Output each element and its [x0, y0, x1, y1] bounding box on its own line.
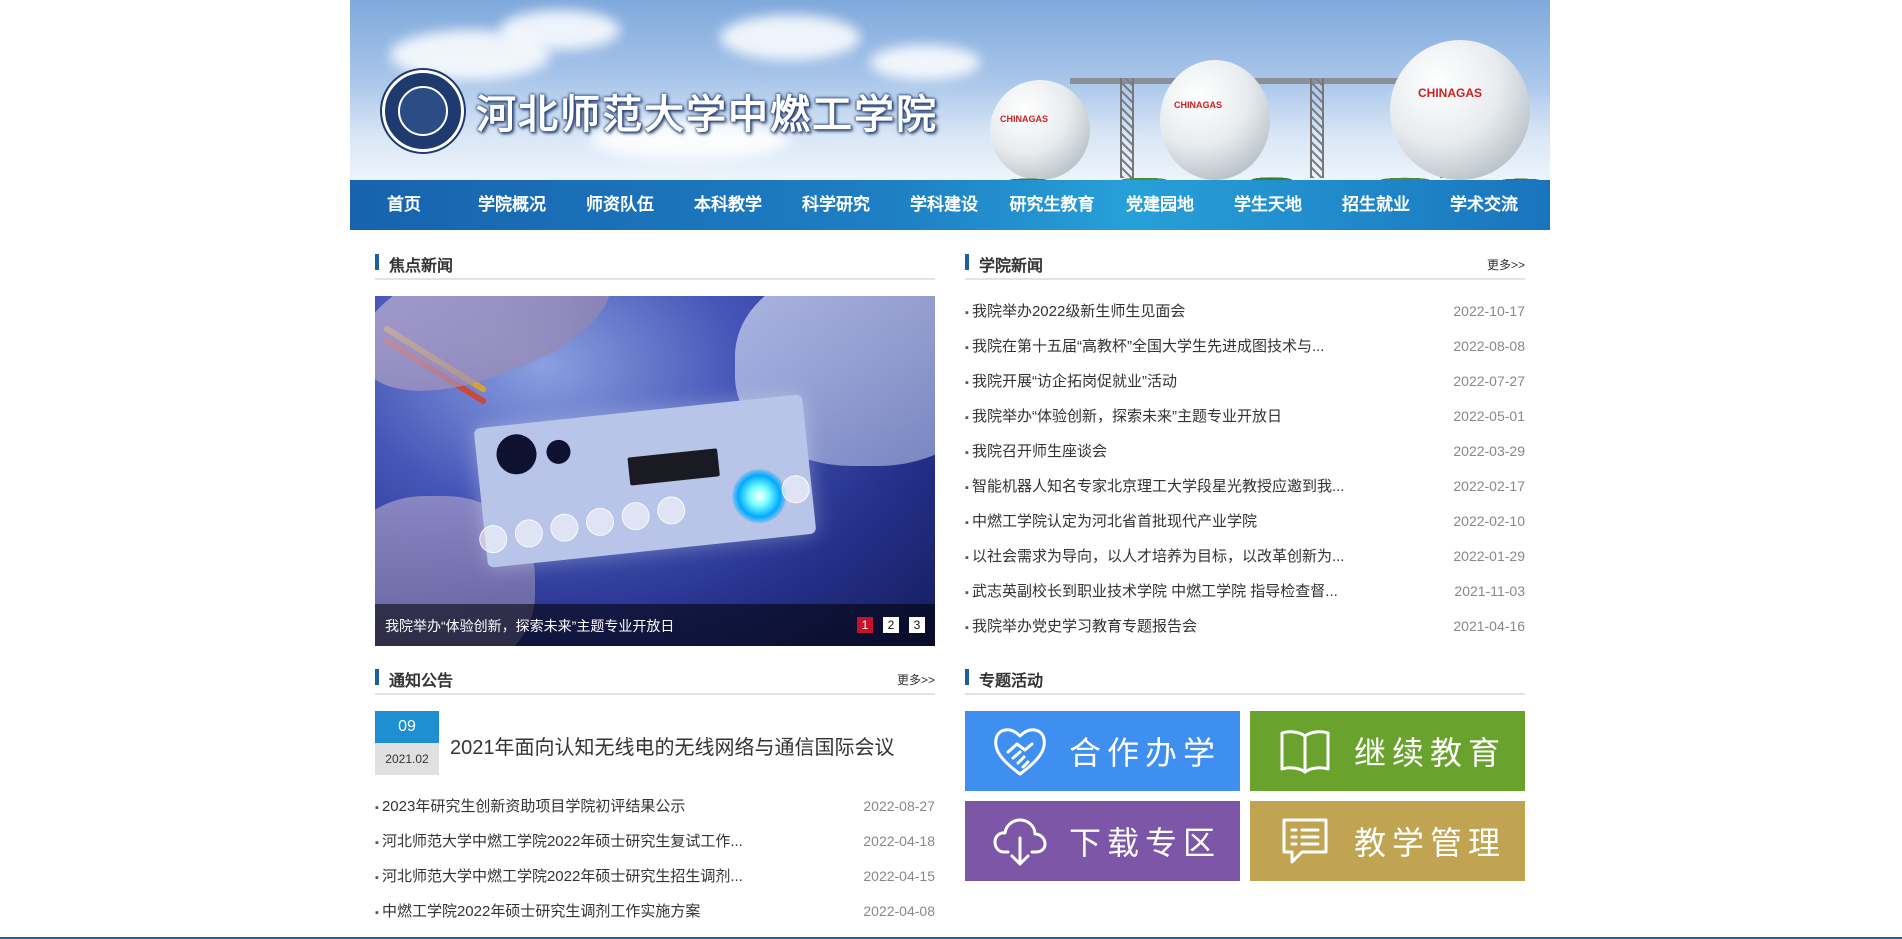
section-marker — [965, 669, 969, 685]
tile-download[interactable]: 下载专区 — [965, 801, 1240, 881]
section-marker — [375, 254, 379, 270]
slider-page-3[interactable]: 3 — [909, 617, 925, 633]
section-title: 学院新闻 — [979, 258, 1044, 275]
slider-caption-bar: 我院举办“体验创新，探索未来”主题专业开放日 1 2 3 — [375, 604, 935, 646]
more-link[interactable]: 更多>> — [1487, 256, 1525, 273]
nav-item-research[interactable]: 科学研究 — [782, 180, 890, 230]
nav-item-home[interactable]: 首页 — [350, 180, 458, 230]
nav-item-admission[interactable]: 招生就业 — [1322, 180, 1430, 230]
site-title: 河北师范大学中燃工学院 — [476, 93, 938, 137]
tile-cooperation[interactable]: 合作办学 — [965, 711, 1240, 791]
college-news-list: 我院举办2022级新生师生见面会2022-10-17 我院在第十五届“高教杯”全… — [965, 294, 1525, 644]
header-banner: 河北师范大学中燃工学院 CHINAGAS CHINAGAS CHINAGAS — [350, 0, 1550, 180]
date-year-month: 2021.02 — [375, 743, 439, 775]
notice-list: 2023年研究生创新资助项目学院初评结果公示2022-08-27 河北师范大学中… — [375, 789, 935, 929]
section-marker — [375, 669, 379, 685]
slider-page-2[interactable]: 2 — [883, 617, 899, 633]
focus-news-slider[interactable]: 我院举办“体验创新，探索未来”主题专业开放日 1 2 3 — [375, 296, 935, 646]
more-link[interactable]: 更多>> — [897, 671, 935, 688]
university-seal-icon — [382, 70, 464, 152]
list-item[interactable]: 中燃工学院2022年硕士研究生调剂工作实施方案2022-04-08 — [375, 894, 935, 929]
list-item[interactable]: 我院在第十五届“高教杯”全国大学生先进成图技术与...2022-08-08 — [965, 329, 1525, 364]
nav-item-party[interactable]: 党建园地 — [1106, 180, 1214, 230]
tile-label: 合作办学 — [1069, 735, 1222, 771]
page: 河北师范大学中燃工学院 CHINAGAS CHINAGAS CHINAGAS 首… — [350, 0, 1550, 939]
tile-teaching-management[interactable]: 教学管理 — [1250, 801, 1525, 881]
list-item[interactable]: 智能机器人知名专家北京理工大学段星光教授应邀到我...2022-02-17 — [965, 469, 1525, 504]
list-item[interactable]: 以社会需求为导向，以人才培养为目标，以改革创新为...2022-01-29 — [965, 539, 1525, 574]
section-marker — [965, 254, 969, 270]
list-item[interactable]: 河北师范大学中燃工学院2022年硕士研究生复试工作...2022-04-18 — [375, 824, 935, 859]
slider-page-1[interactable]: 1 — [857, 617, 873, 633]
featured-notice[interactable]: 09 2021.02 2021年面向认知无线电的无线网络与通信国际会议 — [375, 711, 935, 775]
document-list-icon — [1282, 818, 1328, 864]
circuit-board-photo — [473, 394, 817, 568]
list-item[interactable]: 我院举办2022级新生师生见面会2022-10-17 — [965, 294, 1525, 329]
open-book-icon — [1280, 730, 1330, 774]
tree-line — [970, 140, 1550, 180]
section-title: 专题活动 — [979, 673, 1044, 690]
tile-label: 教学管理 — [1354, 825, 1507, 861]
tile-label: 继续教育 — [1354, 735, 1507, 771]
college-news-header: 学院新闻 更多>> — [965, 248, 1525, 280]
featured-notice-title[interactable]: 2021年面向认知无线电的无线网络与通信国际会议 — [450, 731, 895, 760]
slider-pagination: 1 2 3 — [857, 617, 925, 633]
nav-item-students[interactable]: 学生天地 — [1214, 180, 1322, 230]
slider-caption[interactable]: 我院举办“体验创新，探索未来”主题专业开放日 — [385, 616, 674, 636]
focus-news-header: 焦点新闻 — [375, 248, 935, 280]
list-item[interactable]: 我院召开师生座谈会2022-03-29 — [965, 434, 1525, 469]
tile-label: 下载专区 — [1069, 825, 1222, 861]
topics-header: 专题活动 — [965, 663, 1525, 695]
main-nav: 首页 学院概况 师资队伍 本科教学 科学研究 学科建设 研究生教育 党建园地 学… — [350, 180, 1550, 230]
list-item[interactable]: 我院举办党史学习教育专题报告会2021-04-16 — [965, 609, 1525, 644]
section-title: 焦点新闻 — [389, 258, 454, 275]
list-item[interactable]: 我院开展“访企拓岗促就业”活动2022-07-27 — [965, 364, 1525, 399]
notices-header: 通知公告 更多>> — [375, 663, 935, 695]
list-item[interactable]: 武志英副校长到职业技术学院 中燃工学院 指导检查督...2021-11-03 — [965, 574, 1525, 609]
date-badge: 09 2021.02 — [375, 711, 439, 775]
handshake-heart-icon — [994, 728, 1046, 776]
nav-item-graduate[interactable]: 研究生教育 — [998, 180, 1106, 230]
list-item[interactable]: 河北师范大学中燃工学院2022年硕士研究生招生调剂...2022-04-15 — [375, 859, 935, 894]
nav-item-faculty[interactable]: 师资队伍 — [566, 180, 674, 230]
nav-item-academic[interactable]: 学术交流 — [1430, 180, 1538, 230]
cloud-download-icon — [993, 818, 1047, 866]
tile-continuing-education[interactable]: 继续教育 — [1250, 711, 1525, 791]
section-title: 通知公告 — [389, 673, 454, 690]
date-day: 09 — [375, 711, 439, 743]
site-logo[interactable]: 河北师范大学中燃工学院 — [382, 70, 938, 152]
list-item[interactable]: 中燃工学院认定为河北省首批现代产业学院2022-02-10 — [965, 504, 1525, 539]
list-item[interactable]: 我院举办“体验创新，探索未来”主题专业开放日2022-05-01 — [965, 399, 1525, 434]
nav-item-overview[interactable]: 学院概况 — [458, 180, 566, 230]
nav-item-discipline[interactable]: 学科建设 — [890, 180, 998, 230]
list-item[interactable]: 2023年研究生创新资助项目学院初评结果公示2022-08-27 — [375, 789, 935, 824]
nav-item-undergrad[interactable]: 本科教学 — [674, 180, 782, 230]
